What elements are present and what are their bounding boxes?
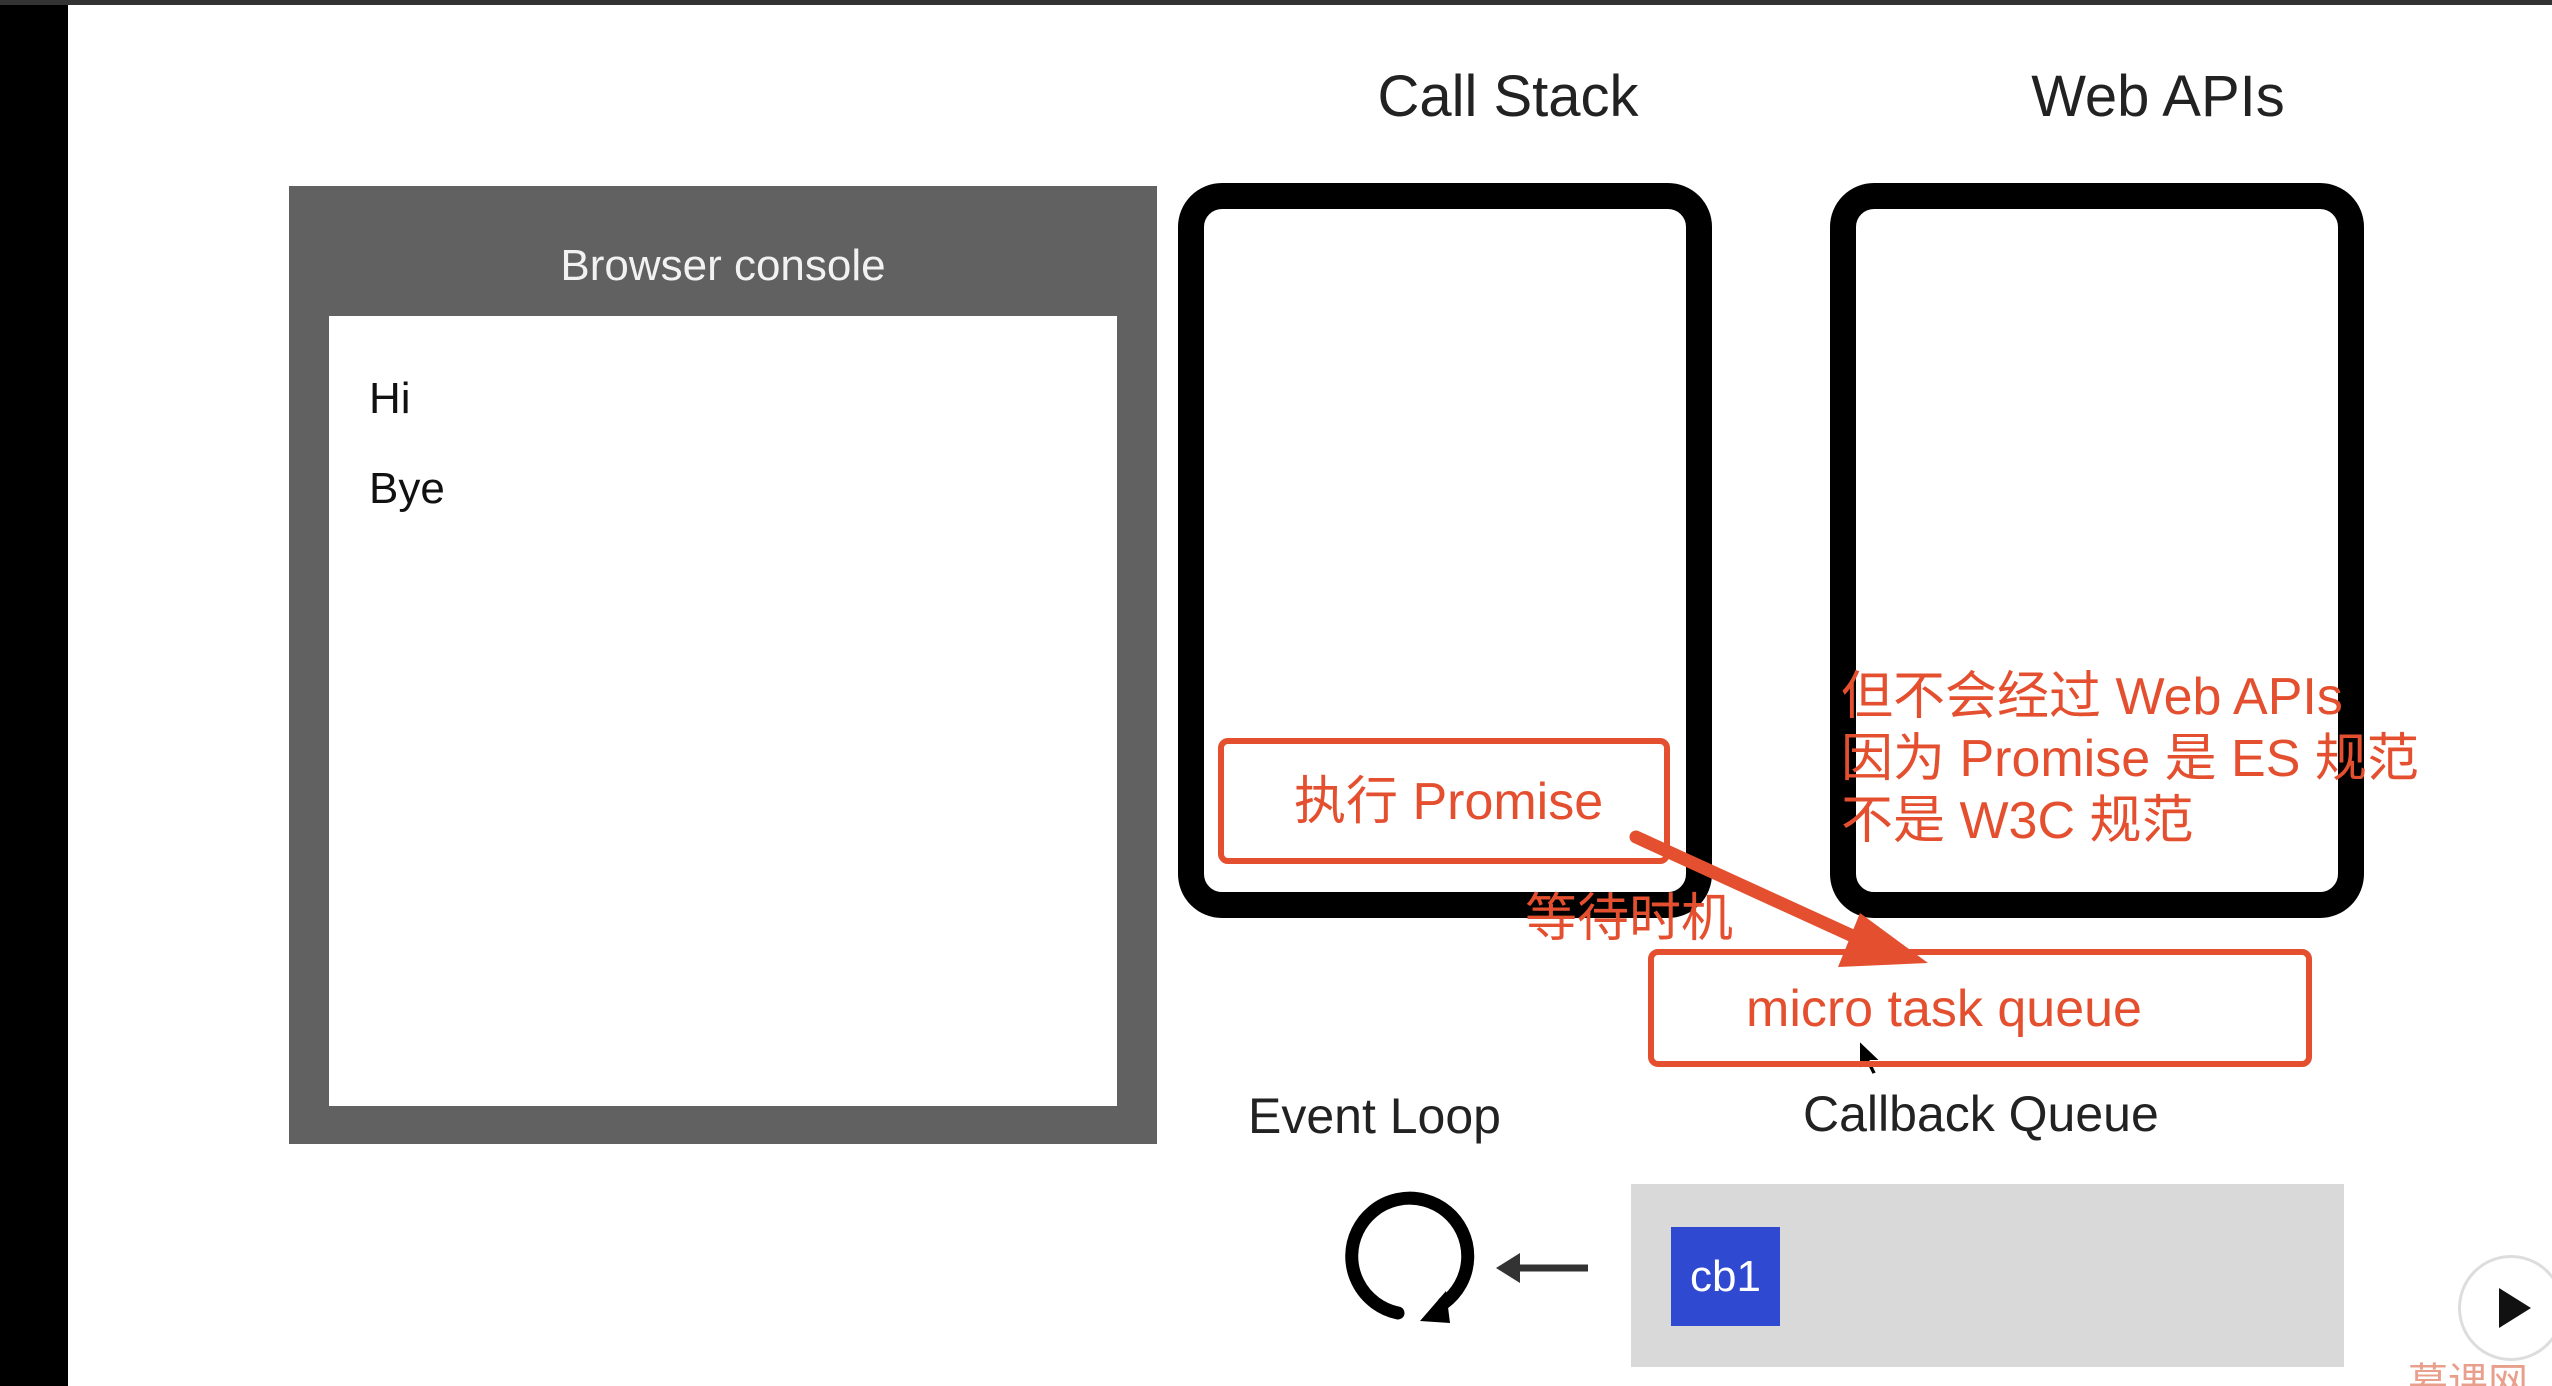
note-line-3: 不是 W3C 规范 bbox=[1841, 792, 2194, 850]
micro-task-queue-box: micro task queue bbox=[1648, 949, 2312, 1067]
execute-promise-label: 执行 Promise bbox=[1294, 773, 1604, 831]
callback-queue: cb1 bbox=[1631, 1184, 2344, 1367]
callback-item: cb1 bbox=[1671, 1227, 1780, 1326]
play-button[interactable] bbox=[2458, 1255, 2552, 1361]
execute-promise-box: 执行 Promise bbox=[1218, 738, 1670, 864]
note-line-2: 因为 Promise 是 ES 规范 bbox=[1841, 730, 2419, 788]
wait-timing-label: 等待时机 bbox=[1525, 890, 1734, 948]
watermark: 慕课网 bbox=[2408, 1361, 2528, 1386]
micro-task-queue-label: micro task queue bbox=[1746, 980, 2142, 1038]
event-loop-icon bbox=[1345, 1191, 1475, 1323]
diagram-stage: Browser console Hi Bye Call Stack Web AP… bbox=[68, 5, 2552, 1386]
left-arrow-icon bbox=[1496, 1253, 1588, 1283]
play-icon bbox=[2499, 1288, 2531, 1328]
note-line-1: 但不会经过 Web APIs bbox=[1841, 668, 2343, 726]
